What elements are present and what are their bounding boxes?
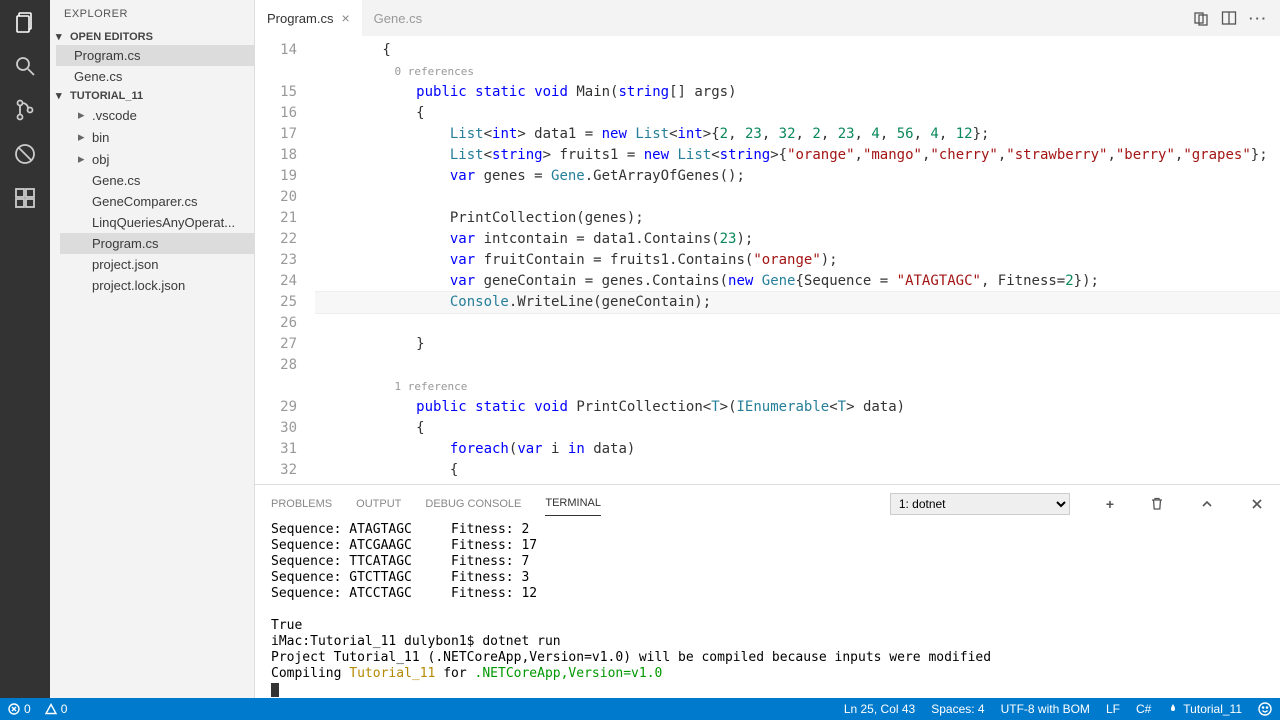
open-editors-label: OPEN EDITORS xyxy=(70,31,153,43)
code-line[interactable]: } xyxy=(315,334,1280,355)
search-icon[interactable] xyxy=(11,52,39,80)
tree-item-label: GeneComparer.cs xyxy=(92,194,198,209)
status-spaces[interactable]: Spaces: 4 xyxy=(931,702,984,716)
chevron-down-icon: ▾ xyxy=(56,89,70,102)
panel: PROBLEMS OUTPUT DEBUG CONSOLE TERMINAL 1… xyxy=(255,484,1280,698)
tab-bar: Program.cs × Gene.cs ··· xyxy=(255,0,1280,36)
open-editor-item[interactable]: Program.cs xyxy=(56,45,254,66)
tree-item[interactable]: LinqQueriesAnyOperat... xyxy=(60,212,254,233)
new-terminal-icon[interactable]: + xyxy=(1106,496,1114,512)
code-line[interactable] xyxy=(315,187,1280,208)
chevron-right-icon: ▸ xyxy=(78,151,92,167)
chevron-down-icon: ▾ xyxy=(56,30,70,43)
tree-item[interactable]: ▸bin xyxy=(60,126,254,148)
code-line[interactable] xyxy=(315,313,1280,334)
codelens[interactable]: 0 references xyxy=(315,61,1280,82)
tree-item-label: LinqQueriesAnyOperat... xyxy=(92,215,235,230)
code-line[interactable]: var genes = Gene.GetArrayOfGenes(); xyxy=(315,166,1280,187)
editor-tab[interactable]: Program.cs × xyxy=(255,0,362,36)
tree-item-label: Program.cs xyxy=(92,236,158,251)
code-line[interactable]: public static void Main(string[] args) xyxy=(315,82,1280,103)
code-line[interactable]: List<int> data1 = new List<int>{2, 23, 3… xyxy=(315,124,1280,145)
status-eol[interactable]: LF xyxy=(1106,702,1120,716)
status-line-col[interactable]: Ln 25, Col 43 xyxy=(844,702,915,716)
explorer-icon[interactable] xyxy=(11,8,39,36)
open-editor-item[interactable]: Gene.cs xyxy=(56,66,254,87)
code-line[interactable]: var intcontain = data1.Contains(23); xyxy=(315,229,1280,250)
terminal-output[interactable]: Sequence: ATAGTAGC Fitness: 2 Sequence: … xyxy=(255,516,1280,698)
sidebar-title: EXPLORER xyxy=(50,0,254,28)
terminal-tab[interactable]: TERMINAL xyxy=(545,491,601,516)
tree-item[interactable]: project.lock.json xyxy=(60,275,254,296)
chevron-right-icon: ▸ xyxy=(78,129,92,145)
sidebar: EXPLORER ▾ OPEN EDITORS Program.csGene.c… xyxy=(50,0,255,698)
code-line[interactable]: var geneContain = genes.Contains(new Gen… xyxy=(315,271,1280,292)
terminal-select[interactable]: 1: dotnet xyxy=(890,493,1070,515)
codelens[interactable]: 1 reference xyxy=(315,376,1280,397)
code-line[interactable]: Console.WriteLine(geneContain); xyxy=(315,292,1280,313)
code-line[interactable]: { xyxy=(315,418,1280,439)
status-feedback-icon[interactable] xyxy=(1258,702,1272,716)
close-icon[interactable]: × xyxy=(341,10,349,26)
panel-tabs: PROBLEMS OUTPUT DEBUG CONSOLE TERMINAL 1… xyxy=(255,485,1280,516)
code-line[interactable]: { xyxy=(315,103,1280,124)
split-editor-icon[interactable] xyxy=(1221,10,1237,26)
tree-item-label: project.json xyxy=(92,257,158,272)
project-label: TUTORIAL_11 xyxy=(70,90,143,102)
code-line[interactable]: { xyxy=(315,40,1280,61)
status-lang[interactable]: C# xyxy=(1136,702,1151,716)
chevron-right-icon: ▸ xyxy=(78,107,92,123)
project-header[interactable]: ▾ TUTORIAL_11 xyxy=(50,87,254,104)
panel-close-icon[interactable] xyxy=(1250,497,1264,511)
output-tab[interactable]: OUTPUT xyxy=(356,492,401,516)
tab-label: Gene.cs xyxy=(374,11,422,26)
tree-item-label: project.lock.json xyxy=(92,278,185,293)
more-icon[interactable]: ··· xyxy=(1249,11,1268,26)
debug-icon[interactable] xyxy=(11,140,39,168)
status-encoding[interactable]: UTF-8 with BOM xyxy=(1001,702,1090,716)
editor-group: Program.cs × Gene.cs ··· 14151617181920212… xyxy=(255,0,1280,698)
activity-bar xyxy=(0,0,50,698)
open-changes-icon[interactable] xyxy=(1193,10,1209,26)
problems-tab[interactable]: PROBLEMS xyxy=(271,492,332,516)
code-line[interactable]: PrintCollection(genes); xyxy=(315,208,1280,229)
tree-item[interactable]: project.json xyxy=(60,254,254,275)
tab-label: Program.cs xyxy=(267,11,333,26)
code-line[interactable]: { xyxy=(315,460,1280,481)
debug-console-tab[interactable]: DEBUG CONSOLE xyxy=(425,492,521,516)
code-editor[interactable]: 14151617181920212223242526272829303132 {… xyxy=(255,36,1280,484)
tree-item-label: bin xyxy=(92,130,109,145)
code-line[interactable]: var fruitContain = fruits1.Contains("ora… xyxy=(315,250,1280,271)
status-project[interactable]: Tutorial_11 xyxy=(1167,702,1242,716)
tree-item-label: obj xyxy=(92,152,109,167)
tree-item[interactable]: ▸.vscode xyxy=(60,104,254,126)
tree-item-label: .vscode xyxy=(92,108,137,123)
code-line[interactable]: public static void PrintCollection<T>(IE… xyxy=(315,397,1280,418)
tab-actions: ··· xyxy=(1181,0,1280,36)
tree-item[interactable]: Program.cs xyxy=(60,233,254,254)
panel-up-icon[interactable] xyxy=(1200,497,1214,511)
kill-terminal-icon[interactable] xyxy=(1150,497,1164,511)
code-line[interactable]: foreach(var i in data) xyxy=(315,439,1280,460)
extensions-icon[interactable] xyxy=(11,184,39,212)
tree-item-label: Gene.cs xyxy=(92,173,140,188)
tree-item[interactable]: GeneComparer.cs xyxy=(60,191,254,212)
status-warnings[interactable]: 0 xyxy=(45,702,68,716)
code-line[interactable]: List<string> fruits1 = new List<string>{… xyxy=(315,145,1280,166)
code-line[interactable] xyxy=(315,355,1280,376)
tree-item[interactable]: ▸obj xyxy=(60,148,254,170)
status-bar: 0 0 Ln 25, Col 43 Spaces: 4 UTF-8 with B… xyxy=(0,698,1280,720)
source-control-icon[interactable] xyxy=(11,96,39,124)
editor-tab[interactable]: Gene.cs xyxy=(362,0,434,36)
status-errors[interactable]: 0 xyxy=(8,702,31,716)
open-editors-header[interactable]: ▾ OPEN EDITORS xyxy=(50,28,254,45)
tree-item[interactable]: Gene.cs xyxy=(60,170,254,191)
